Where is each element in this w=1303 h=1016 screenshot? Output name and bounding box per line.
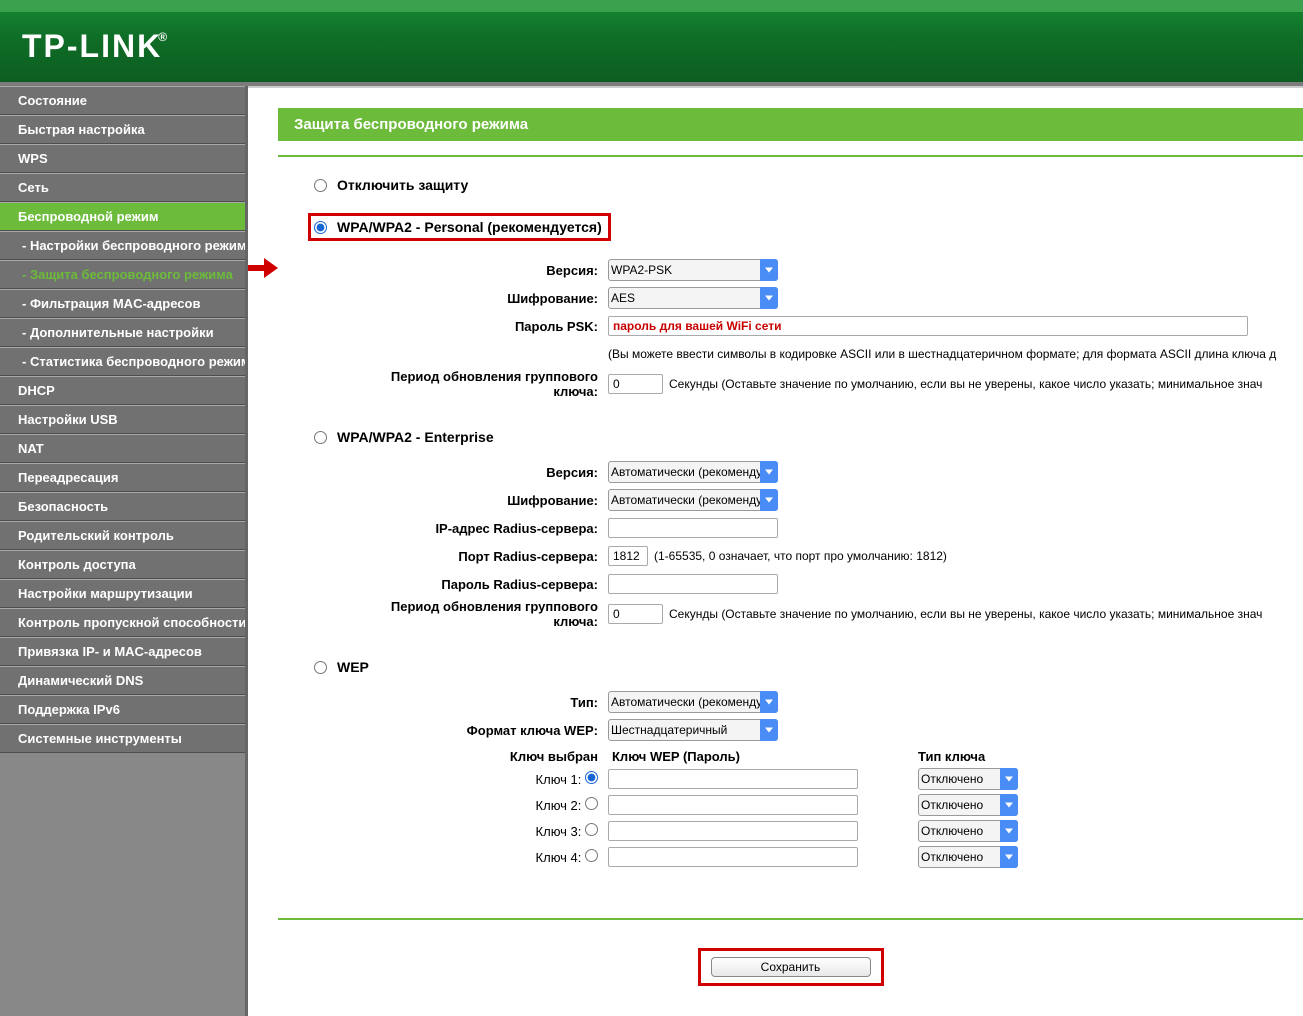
sidebar-item-20[interactable]: Динамический DNS <box>0 666 245 695</box>
input-wep-key-1[interactable] <box>608 769 858 789</box>
select-ent-version[interactable]: Автоматически (рекоменду <box>608 461 778 483</box>
input-radius-ip[interactable] <box>608 518 778 538</box>
option-disable-security[interactable]: Отключить защиту <box>314 177 1303 193</box>
sidebar-item-11[interactable]: Настройки USB <box>0 405 245 434</box>
option-wpa-enterprise-label: WPA/WPA2 - Enterprise <box>337 429 494 445</box>
radio-wep-key-4[interactable] <box>585 849 598 862</box>
input-personal-group-key[interactable] <box>608 374 663 394</box>
sidebar-item-17[interactable]: Настройки маршрутизации <box>0 579 245 608</box>
input-wep-key-4[interactable] <box>608 847 858 867</box>
wep-form: Тип: Автоматически (рекоменду Формат клю… <box>348 689 1303 743</box>
wep-key-row-3: Ключ 3: Отключено <box>348 820 1303 842</box>
select-wep-type[interactable]: Автоматически (рекоменду <box>608 691 778 713</box>
sidebar-item-10[interactable]: DHCP <box>0 376 245 405</box>
label-group-key: Период обновления группового ключа: <box>348 369 608 399</box>
gk-hint: Секунды (Оставьте значение по умолчанию,… <box>669 377 1262 391</box>
sidebar-item-9[interactable]: - Статистика беспроводного режима <box>0 347 245 376</box>
radio-wep-key-3[interactable] <box>585 823 598 836</box>
option-wpa-enterprise[interactable]: WPA/WPA2 - Enterprise <box>314 429 1303 445</box>
save-button[interactable]: Сохранить <box>711 957 871 977</box>
sidebar-item-5[interactable]: - Настройки беспроводного режима <box>0 231 245 260</box>
input-wep-key-3[interactable] <box>608 821 858 841</box>
wep-key-row-2: Ключ 2: Отключено <box>348 794 1303 816</box>
sidebar-item-21[interactable]: Поддержка IPv6 <box>0 695 245 724</box>
logo: TP-LINK® <box>22 28 173 65</box>
save-highlight: Сохранить <box>698 948 884 986</box>
psk-note: (Вы можете ввести символы в кодировке AS… <box>608 347 1303 361</box>
select-wep-keytype-4[interactable]: Отключено <box>918 846 1018 868</box>
sidebar-item-8[interactable]: - Дополнительные настройки <box>0 318 245 347</box>
sidebar-item-19[interactable]: Привязка IP- и MAC-адресов <box>0 637 245 666</box>
input-ent-group-key[interactable] <box>608 604 663 624</box>
radio-wep[interactable] <box>314 661 327 674</box>
sidebar: СостояниеБыстрая настройкаWPSСетьБеспров… <box>0 86 248 1016</box>
select-wpa-encryption[interactable]: AES <box>608 287 778 309</box>
input-radius-password[interactable] <box>608 574 778 594</box>
select-wep-keytype-1[interactable]: Отключено <box>918 768 1018 790</box>
header: TP-LINK® <box>0 0 1303 86</box>
label-psk: Пароль PSK: <box>348 319 608 334</box>
sidebar-item-0[interactable]: Состояние <box>0 86 245 115</box>
sidebar-item-1[interactable]: Быстрая настройка <box>0 115 245 144</box>
radio-wpa-personal[interactable] <box>314 221 327 234</box>
wpa-enterprise-form: Версия: Автоматически (рекоменду Шифрова… <box>348 459 1303 629</box>
sidebar-item-2[interactable]: WPS <box>0 144 245 173</box>
radio-wpa-enterprise[interactable] <box>314 431 327 444</box>
title-underline <box>278 155 1303 157</box>
header-stripe <box>0 0 1303 12</box>
sidebar-item-13[interactable]: Переадресация <box>0 463 245 492</box>
select-ent-encryption[interactable]: Автоматически (рекоменду <box>608 489 778 511</box>
radio-disable[interactable] <box>314 179 327 192</box>
sidebar-item-6[interactable]: - Защита беспроводного режима <box>0 260 245 289</box>
sidebar-item-22[interactable]: Системные инструменты <box>0 724 245 753</box>
select-wep-keytype-2[interactable]: Отключено <box>918 794 1018 816</box>
select-wep-keytype-3[interactable]: Отключено <box>918 820 1018 842</box>
option-wep[interactable]: WEP <box>314 659 1303 675</box>
sidebar-item-18[interactable]: Контроль пропускной способности <box>0 608 245 637</box>
input-wep-key-2[interactable] <box>608 795 858 815</box>
page-title: Защита беспроводного режима <box>278 108 1303 141</box>
wep-key-row-4: Ключ 4: Отключено <box>348 846 1303 868</box>
label-version: Версия: <box>348 263 608 278</box>
option-wep-label: WEP <box>337 659 369 675</box>
save-area: Сохранить <box>278 918 1303 986</box>
wep-key-row-1: Ключ 1: Отключено <box>348 768 1303 790</box>
select-wep-format[interactable]: Шестнадцатеричный <box>608 719 778 741</box>
wep-table-header: Ключ выбран Ключ WEP (Пароль) Тип ключа <box>348 749 1303 764</box>
main-content: Защита беспроводного режима Отключить за… <box>248 86 1303 1016</box>
option-wpa-personal-label: WPA/WPA2 - Personal (рекомендуется) <box>337 219 602 235</box>
sidebar-item-7[interactable]: - Фильтрация MAC-адресов <box>0 289 245 318</box>
sidebar-item-14[interactable]: Безопасность <box>0 492 245 521</box>
sidebar-item-16[interactable]: Контроль доступа <box>0 550 245 579</box>
radio-wep-key-1[interactable] <box>585 771 598 784</box>
radio-wep-key-2[interactable] <box>585 797 598 810</box>
input-radius-port[interactable] <box>608 546 648 566</box>
input-psk-password[interactable] <box>608 316 1248 336</box>
wpa-personal-form: Версия: WPA2-PSK Шифрование: AES Пароль … <box>348 257 1303 399</box>
sidebar-item-3[interactable]: Сеть <box>0 173 245 202</box>
label-encryption: Шифрование: <box>348 291 608 306</box>
select-wpa-version[interactable]: WPA2-PSK <box>608 259 778 281</box>
option-disable-label: Отключить защиту <box>337 177 468 193</box>
option-wpa-personal[interactable]: WPA/WPA2 - Personal (рекомендуется) <box>308 213 611 241</box>
sidebar-item-4[interactable]: Беспроводной режим <box>0 202 245 231</box>
annotation-arrow <box>248 258 278 278</box>
sidebar-item-12[interactable]: NAT <box>0 434 245 463</box>
sidebar-item-15[interactable]: Родительский контроль <box>0 521 245 550</box>
